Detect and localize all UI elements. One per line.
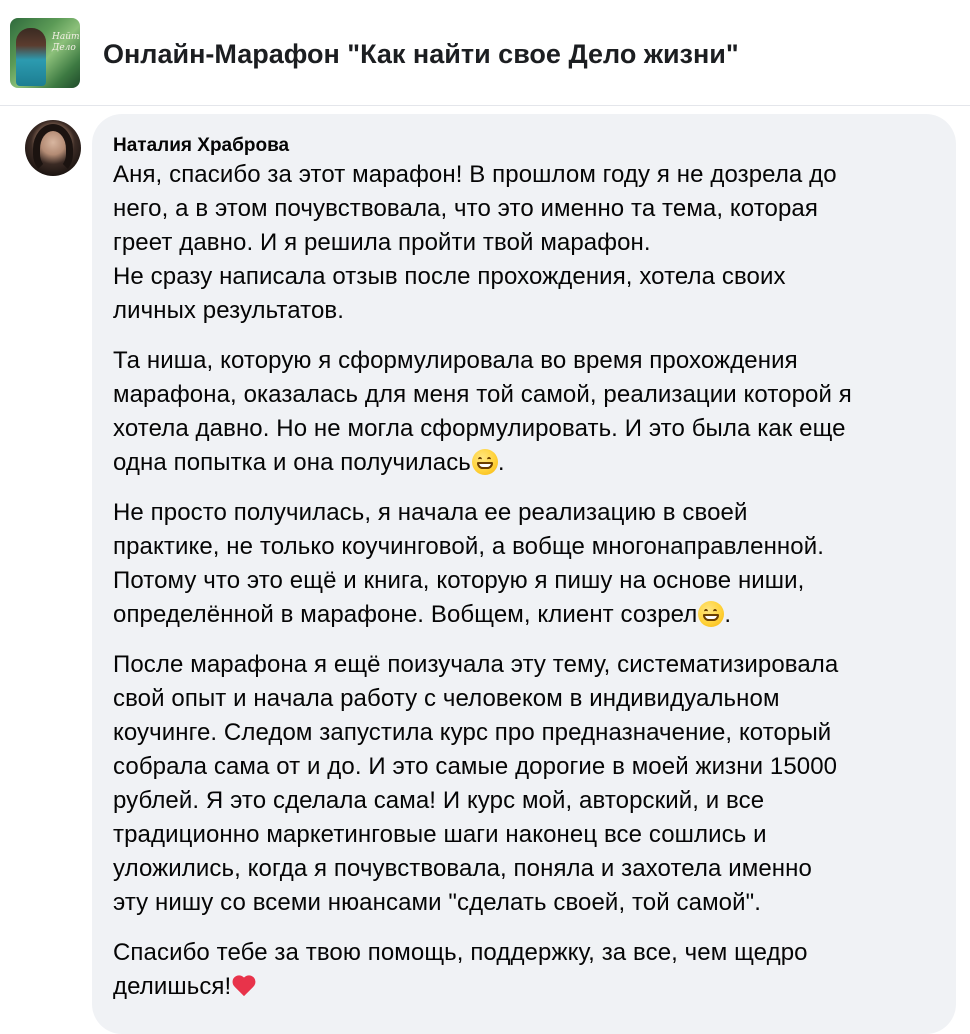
avatar-hair: [33, 124, 73, 174]
comment-paragraph-4: После марафона я ещё поизучала эту тему,…: [113, 648, 936, 920]
comment-paragraph-3-tail: .: [724, 601, 732, 628]
comment-paragraph-2: Та ниша, которую я сформулировала во вре…: [113, 344, 936, 480]
group-cover-lettering: НайтиДело: [52, 32, 80, 53]
group-cover-figure: [16, 28, 46, 86]
comment-paragraph-5-text: Спасибо тебе за твою помощь, поддержку, …: [113, 939, 808, 1000]
grinning-face-icon: [698, 601, 725, 627]
group-avatar[interactable]: НайтиДело: [10, 18, 80, 88]
group-header: НайтиДело Онлайн-Марафон "Как найти свое…: [0, 0, 970, 106]
comment-paragraph-2-tail: .: [497, 449, 505, 476]
comment-paragraph-3: Не просто получилась, я начала ее реализ…: [113, 496, 936, 632]
red-heart-icon: [233, 976, 257, 998]
group-title[interactable]: Онлайн-Марафон "Как найти свое Дело жизн…: [103, 36, 739, 72]
comment-paragraph-1-text: Аня, спасибо за этот марафон! В прошлом …: [113, 161, 837, 324]
comment-author[interactable]: Наталия Храброва: [113, 134, 936, 158]
comment-paragraph-4-text: После марафона я ещё поизучала эту тему,…: [113, 651, 839, 916]
grinning-face-icon: [471, 449, 498, 475]
comment-bubble: Наталия Храброва Аня, спасибо за этот ма…: [92, 114, 956, 1034]
comment-paragraph-1: Аня, спасибо за этот марафон! В прошлом …: [113, 158, 936, 328]
user-avatar[interactable]: [25, 120, 81, 176]
comment-paragraph-5: Спасибо тебе за твою помощь, поддержку, …: [113, 936, 936, 1004]
